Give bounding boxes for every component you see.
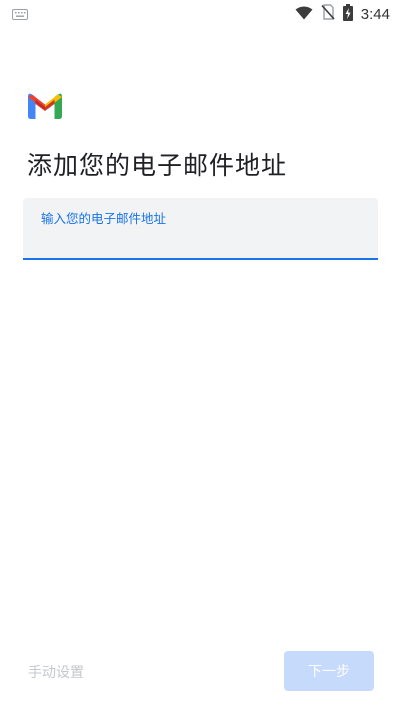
status-time: 3:44 [360,5,390,23]
next-button[interactable]: 下一步 [284,651,374,691]
keyboard-icon [12,5,28,24]
status-right: 3:44 [295,3,390,25]
email-input[interactable] [41,230,361,252]
page-title: 添加您的电子邮件地址 [27,151,288,180]
gmail-logo-icon [28,92,62,120]
status-bar: 3:44 [0,0,400,28]
screen: 3:44 添加您的电子邮件地址 输入您的电子邮件地址 手动设置 下一步 [0,0,400,711]
wifi-icon [295,5,313,24]
manual-setup-button[interactable]: 手动设置 [28,662,84,682]
battery-charging-icon [342,3,353,25]
no-sim-icon [321,4,335,24]
status-left [12,5,28,24]
email-field-label: 输入您的电子邮件地址 [41,211,167,226]
email-field[interactable]: 输入您的电子邮件地址 [23,198,378,260]
